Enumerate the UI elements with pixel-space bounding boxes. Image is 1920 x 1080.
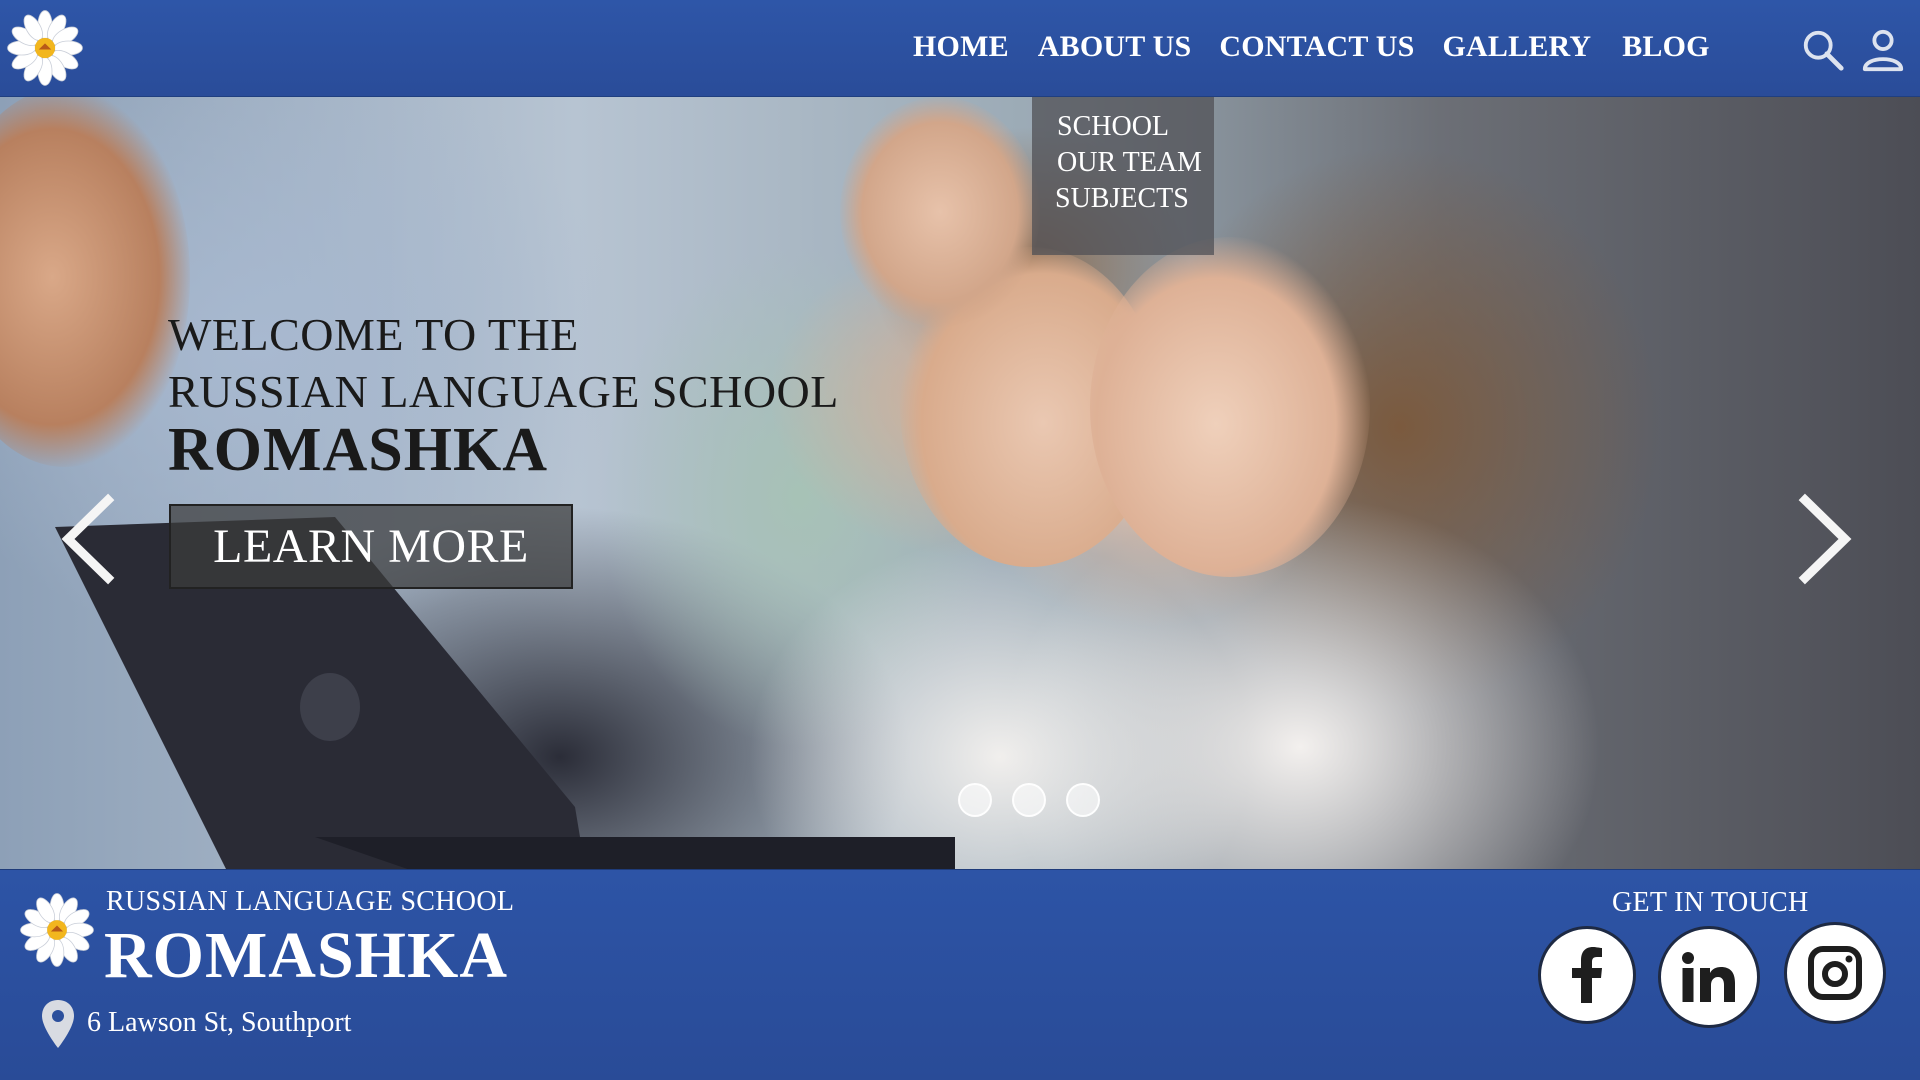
daisy-logo-icon[interactable] — [6, 9, 84, 87]
address-text: 6 Lawson St, Southport — [87, 1007, 352, 1038]
slider-dot[interactable] — [1012, 783, 1046, 817]
about-us-dropdown: SCHOOL OUR TEAM SUBJECTS — [1032, 97, 1214, 255]
chevron-right-icon[interactable] — [1795, 492, 1855, 587]
hero-welcome-line: WELCOME TO THE — [168, 309, 579, 360]
nav-blog[interactable]: BLOG — [1622, 30, 1710, 64]
facebook-icon — [1572, 947, 1602, 1003]
footer-subtitle: RUSSIAN LANGUAGE SCHOOL — [106, 886, 515, 917]
site-header: HOME ABOUT US CONTACT US GALLERY BLOG — [0, 0, 1920, 97]
slider-dots — [958, 783, 1120, 817]
child-face — [1090, 237, 1370, 577]
slider-dot[interactable] — [958, 783, 992, 817]
nav-contact-us[interactable]: CONTACT US — [1219, 30, 1414, 64]
child-face — [840, 97, 1040, 327]
daisy-logo-icon — [20, 893, 94, 967]
location-pin-icon — [42, 1000, 74, 1048]
search-icon[interactable] — [1800, 27, 1846, 73]
dropdown-item-school[interactable]: SCHOOL — [1032, 109, 1214, 145]
linkedin-link[interactable] — [1658, 926, 1760, 1028]
main-nav: HOME ABOUT US CONTACT US GALLERY BLOG — [913, 30, 1710, 64]
site-footer: RUSSIAN LANGUAGE SCHOOL ROMASHKA 6 Lawso… — [0, 869, 1920, 1080]
footer-title: ROMASHKA — [104, 919, 508, 992]
hero-title: ROMASHKA — [168, 416, 548, 484]
learn-more-button[interactable]: LEARN MORE — [169, 504, 573, 589]
nav-home[interactable]: HOME — [913, 30, 1009, 64]
user-icon[interactable] — [1860, 27, 1906, 73]
dropdown-item-subjects[interactable]: SUBJECTS — [1032, 181, 1214, 217]
nav-gallery[interactable]: GALLERY — [1443, 30, 1592, 64]
slider-dot[interactable] — [1066, 783, 1100, 817]
chevron-left-icon[interactable] — [58, 492, 118, 587]
nav-about-us[interactable]: ABOUT US — [1038, 30, 1192, 64]
instagram-link[interactable] — [1784, 922, 1886, 1024]
dropdown-item-our-team[interactable]: OUR TEAM — [1032, 145, 1214, 181]
hero-slider: WELCOME TO THE RUSSIAN LANGUAGE SCHOOL R… — [0, 97, 1920, 869]
linkedin-icon — [1682, 952, 1735, 1002]
instagram-icon — [1808, 946, 1862, 1000]
get-in-touch-heading: GET IN TOUCH — [1612, 887, 1809, 918]
facebook-link[interactable] — [1538, 926, 1636, 1024]
hero-school-line: RUSSIAN LANGUAGE SCHOOL — [168, 366, 839, 417]
